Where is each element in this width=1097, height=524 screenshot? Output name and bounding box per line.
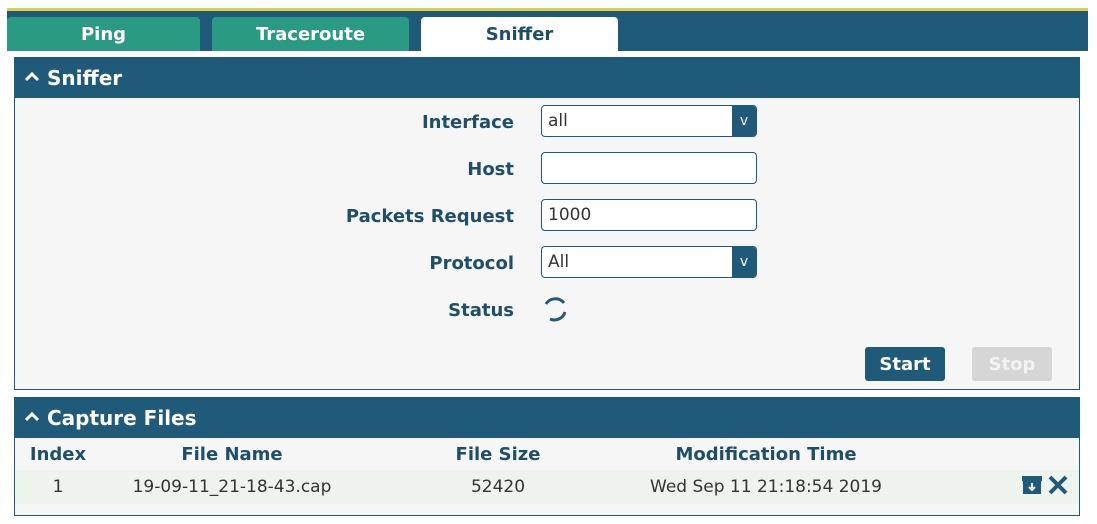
capture-files-title: Capture Files	[47, 406, 197, 430]
tab-sniffer[interactable]: Sniffer	[421, 17, 618, 51]
packets-request-label: Packets Request	[345, 205, 514, 227]
delete-x-icon[interactable]	[1047, 474, 1069, 496]
capture-files-table: Index File Name File Size Modification T…	[15, 438, 1079, 504]
table-header-row: Index File Name File Size Modification T…	[15, 438, 1079, 470]
column-header-file-size: File Size	[455, 443, 541, 465]
sniffer-panel: Sniffer Interface all v Host Packets Req…	[14, 57, 1080, 390]
start-button[interactable]: Start	[865, 347, 945, 381]
status-label: Status	[448, 299, 514, 321]
capture-files-header[interactable]: Capture Files	[15, 398, 1079, 438]
stop-button[interactable]: Stop	[972, 347, 1052, 381]
loading-spinner-icon	[544, 297, 567, 322]
dropdown-arrow-icon[interactable]: v	[732, 106, 756, 136]
sniffer-title: Sniffer	[47, 66, 123, 90]
column-header-file-name: File Name	[181, 443, 283, 465]
cell-modification-time: Wed Sep 11 21:18:54 2019	[633, 470, 899, 504]
cell-index: 1	[15, 470, 101, 504]
protocol-value: All	[548, 252, 570, 272]
interface-row: Interface all v	[15, 105, 1079, 139]
download-icon[interactable]	[1021, 475, 1043, 495]
chevron-up-icon	[24, 70, 40, 86]
cell-file-name: 19-09-11_21-18-43.cap	[101, 470, 363, 504]
dropdown-arrow-icon[interactable]: v	[732, 247, 756, 277]
tab-ping[interactable]: Ping	[7, 17, 200, 51]
tab-bar: Ping Traceroute Sniffer	[7, 11, 1088, 51]
protocol-row: Protocol All v	[15, 246, 1079, 280]
interface-value: all	[548, 111, 568, 131]
packets-row: Packets Request 1000	[15, 199, 1079, 233]
chevron-up-icon	[24, 410, 40, 426]
protocol-select[interactable]: All v	[541, 246, 757, 278]
packets-request-input[interactable]: 1000	[541, 199, 757, 231]
interface-select[interactable]: all v	[541, 105, 757, 137]
host-label: Host	[467, 158, 514, 180]
cell-file-size: 52420	[363, 470, 633, 504]
column-header-actions	[899, 438, 1079, 470]
column-header-modification-time: Modification Time	[675, 443, 857, 465]
sniffer-panel-header[interactable]: Sniffer	[15, 58, 1079, 98]
cell-actions	[899, 470, 1079, 504]
column-header-index: Index	[29, 443, 87, 465]
host-input[interactable]	[541, 152, 757, 184]
host-row: Host	[15, 152, 1079, 186]
capture-files-panel: Capture Files Index File Name File Size …	[14, 397, 1080, 516]
interface-label: Interface	[421, 111, 514, 133]
table-row: 1 19-09-11_21-18-43.cap 52420 Wed Sep 11…	[15, 470, 1079, 504]
tab-traceroute[interactable]: Traceroute	[212, 17, 409, 51]
protocol-label: Protocol	[429, 252, 514, 274]
status-row: Status	[15, 293, 1079, 327]
